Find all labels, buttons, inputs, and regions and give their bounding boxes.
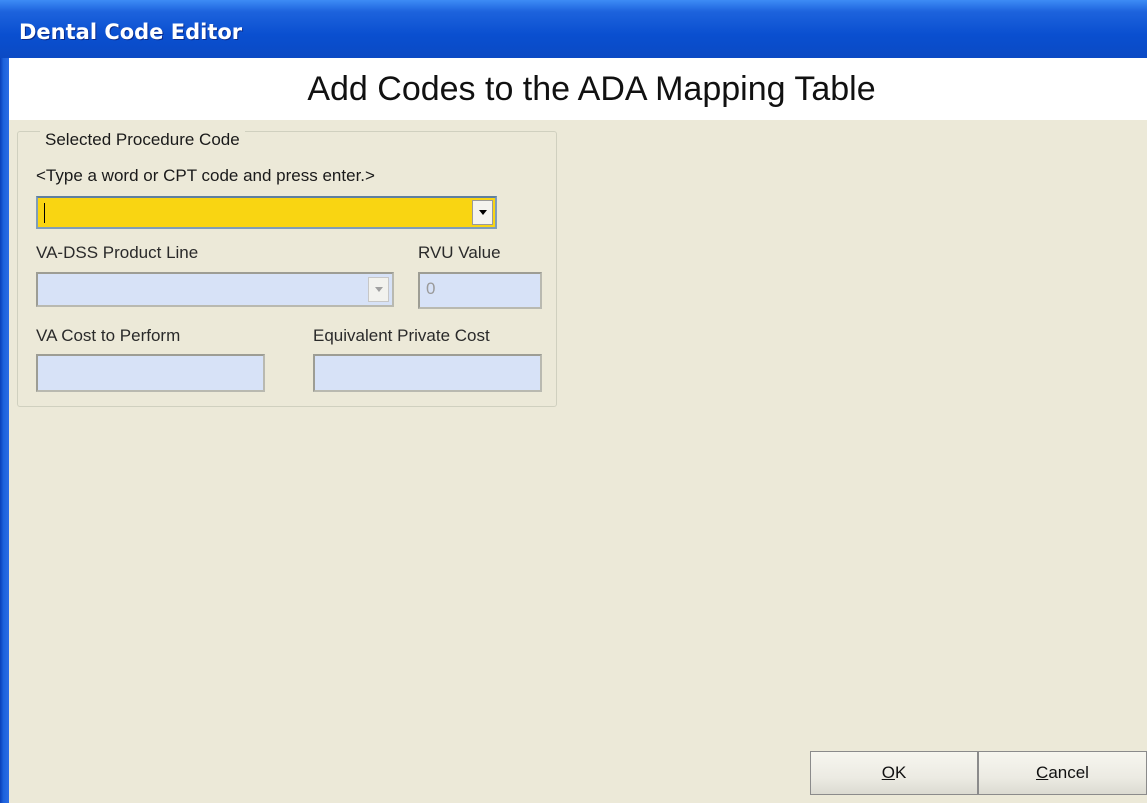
procedure-code-combo[interactable] (36, 196, 497, 229)
selected-procedure-group: Selected Procedure Code <Type a word or … (17, 130, 557, 407)
header-band: Add Codes to the ADA Mapping Table (9, 58, 1147, 120)
dental-code-editor-window: Dental Code Editor Add Codes to the ADA … (0, 0, 1147, 803)
group-legend: Selected Procedure Code (40, 130, 245, 150)
procedure-hint: <Type a word or CPT code and press enter… (36, 166, 375, 185)
product-line-dropdown-button[interactable] (368, 277, 389, 302)
cancel-accelerator: C (1036, 763, 1049, 782)
rvu-value-label: RVU Value (418, 243, 501, 262)
va-cost-field[interactable] (36, 354, 265, 392)
va-cost-label: VA Cost to Perform (36, 326, 181, 345)
client-area: Selected Procedure Code <Type a word or … (9, 120, 1147, 803)
private-cost-field[interactable] (313, 354, 542, 392)
product-line-combo[interactable] (36, 272, 394, 307)
page-title: Add Codes to the ADA Mapping Table (307, 70, 876, 108)
ok-accelerator: O (881, 763, 895, 782)
cancel-label-rest: ancel (1048, 763, 1089, 782)
text-caret (44, 203, 45, 223)
ok-label-rest: K (894, 763, 907, 782)
chevron-down-icon (374, 287, 383, 292)
chevron-down-icon (478, 210, 487, 215)
private-cost-label: Equivalent Private Cost (313, 326, 490, 345)
rvu-value-field[interactable]: 0 (418, 272, 542, 309)
window-title: Dental Code Editor (19, 20, 243, 44)
cancel-button[interactable]: Cancel (978, 751, 1147, 795)
product-line-label: VA-DSS Product Line (36, 243, 199, 262)
window-frame-left (0, 58, 9, 803)
title-bar[interactable]: Dental Code Editor (0, 0, 1147, 58)
rvu-value-text: 0 (426, 279, 436, 298)
procedure-dropdown-button[interactable] (472, 200, 493, 225)
ok-button[interactable]: OK (810, 751, 978, 795)
